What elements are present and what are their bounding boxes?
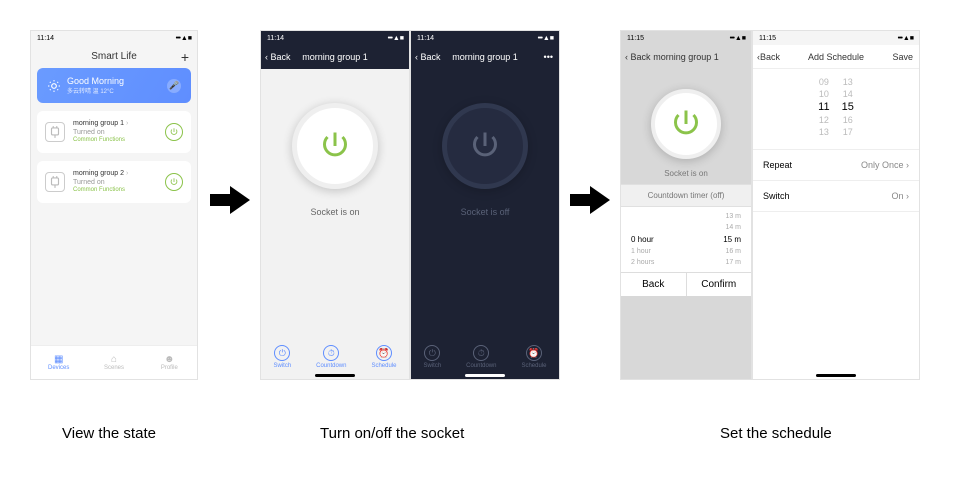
nav-title: morning group 1 (452, 52, 518, 62)
phone-control-on: 11:14••• ▲ ■ ‹ Back morning group 1 Sock… (260, 30, 410, 380)
sun-icon (47, 79, 61, 93)
tab-profile[interactable]: ☻Profile (142, 346, 197, 379)
power-button[interactable] (651, 89, 721, 159)
nav-title: morning group 1 (653, 52, 719, 62)
status-icons: ••• ▲ ■ (176, 35, 191, 42)
more-button[interactable]: ••• (544, 52, 553, 62)
device-card[interactable]: morning group 2 › Turned on Common Funct… (37, 161, 191, 203)
common-functions-link[interactable]: Common Functions (73, 137, 157, 145)
time-picker[interactable]: 0910 11 1213 1314 15 1617 (753, 69, 919, 150)
repeat-row[interactable]: Repeat Only Once › (753, 150, 919, 181)
status-time: 11:15 (759, 35, 776, 42)
countdown-label: Countdown timer (off) (621, 184, 751, 207)
power-icon (467, 128, 503, 164)
device-state: Turned on (73, 128, 157, 137)
bot-switch[interactable]: ⏻Switch (273, 345, 291, 369)
app-title: Smart Life (91, 51, 137, 62)
socket-state: Socket is on (310, 207, 359, 217)
picker-confirm-button[interactable]: Confirm (686, 273, 752, 296)
bot-countdown[interactable]: ⏱Countdown (316, 345, 346, 369)
arrow-icon (210, 180, 250, 220)
home-indicator (465, 374, 505, 377)
device-card[interactable]: morning group 1 › Turned on Common Funct… (37, 111, 191, 153)
plug-icon (45, 122, 65, 142)
bot-schedule[interactable]: ⏰Schedule (371, 345, 396, 369)
power-button[interactable] (292, 103, 378, 189)
power-icon (317, 128, 353, 164)
phone-smartlife: 11:14 ••• ▲ ■ Smart Life + Good Morning … (30, 30, 198, 380)
phone-control-off: 11:14••• ▲ ■ ‹ Back morning group 1 ••• … (410, 30, 560, 380)
app-title-row: Smart Life + (37, 45, 191, 68)
back-button[interactable]: ‹Back (757, 52, 780, 62)
voice-button[interactable]: 🎤 (167, 79, 181, 93)
status-time: 11:15 (627, 35, 644, 42)
tab-devices[interactable]: ▦Devices (31, 346, 86, 379)
back-button[interactable]: ‹ Back (625, 52, 651, 62)
power-toggle[interactable] (165, 173, 183, 191)
back-button[interactable]: ‹ Back (415, 52, 441, 62)
weather-sub: 多云转晴 温 12°C (67, 86, 124, 95)
row-label: Repeat (763, 160, 792, 170)
row-label: Switch (763, 191, 790, 201)
status-time: 11:14 (417, 35, 434, 42)
caption-3: Set the schedule (720, 425, 832, 442)
arrow-icon (570, 180, 610, 220)
phone-schedule: 11:15••• ▲ ■ ‹Back Add Schedule Save 091… (752, 30, 920, 380)
caption-2: Turn on/off the socket (320, 425, 464, 442)
home-indicator (315, 374, 355, 377)
device-name: morning group 2 (73, 170, 124, 177)
switch-row[interactable]: Switch On › (753, 181, 919, 212)
bot-schedule[interactable]: ⏰Schedule (521, 345, 546, 369)
nav-title: Add Schedule (808, 52, 864, 62)
picker-back-button[interactable]: Back (621, 273, 686, 296)
home-indicator (816, 374, 856, 377)
phone-countdown: 11:15••• ▲ ■ ‹ Back morning group 1 Sock… (620, 30, 752, 380)
duration-picker[interactable]: 13 m 14 m 0 hour15 m 1 hour16 m 2 hours1… (621, 207, 751, 272)
status-bar: 11:14••• ▲ ■ (261, 31, 409, 45)
status-bar: 11:14 ••• ▲ ■ (31, 31, 197, 45)
bot-countdown[interactable]: ⏱Countdown (466, 345, 496, 369)
weather-greeting: Good Morning (67, 76, 124, 86)
device-state: Turned on (73, 178, 157, 187)
status-bar: 11:15••• ▲ ■ (753, 31, 919, 45)
power-icon (668, 106, 704, 142)
device-name: morning group 1 (73, 120, 124, 127)
bot-switch[interactable]: ⏻Switch (423, 345, 441, 369)
common-functions-link[interactable]: Common Functions (73, 187, 157, 195)
socket-state: Socket is on (664, 169, 708, 178)
status-bar: 11:15••• ▲ ■ (621, 31, 751, 45)
nav-bar: ‹ Back morning group 1 ••• (411, 45, 559, 69)
status-time: 11:14 (37, 35, 54, 42)
nav-bar: ‹Back Add Schedule Save (753, 45, 919, 69)
nav-title: morning group 1 (302, 52, 368, 62)
status-bar: 11:14••• ▲ ■ (411, 31, 559, 45)
power-button[interactable] (442, 103, 528, 189)
nav-bar: ‹ Back morning group 1 (261, 45, 409, 69)
add-button[interactable]: + (181, 49, 189, 65)
back-button[interactable]: ‹ Back (265, 52, 291, 62)
power-toggle[interactable] (165, 123, 183, 141)
weather-card[interactable]: Good Morning 多云转晴 温 12°C 🎤 (37, 68, 191, 103)
tab-scenes[interactable]: ⌂Scenes (86, 346, 141, 379)
socket-state: Socket is off (461, 207, 510, 217)
status-time: 11:14 (267, 35, 284, 42)
nav-bar: ‹ Back morning group 1 (621, 45, 751, 69)
caption-1: View the state (62, 425, 156, 442)
tab-bar: ▦Devices ⌂Scenes ☻Profile (31, 345, 197, 379)
plug-icon (45, 172, 65, 192)
save-button[interactable]: Save (892, 52, 913, 62)
